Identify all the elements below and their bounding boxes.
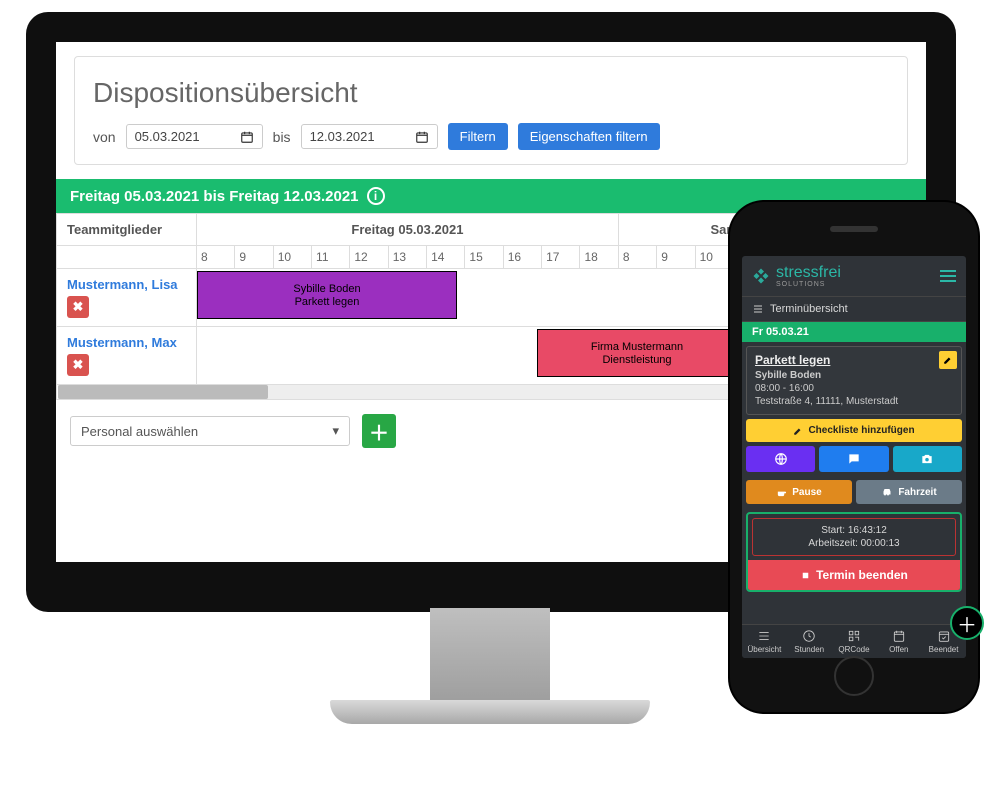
- appointment-service: Parkett legen: [202, 296, 452, 308]
- chevron-down-icon: ▾: [332, 423, 339, 439]
- from-date-value: 05.03.2021: [135, 129, 200, 144]
- add-checklist-button[interactable]: Checkliste hinzufügen: [746, 419, 962, 442]
- drive-label: Fahrzeit: [898, 487, 936, 498]
- nav-qrcode[interactable]: QRCode: [832, 625, 877, 658]
- chat-button[interactable]: [819, 446, 888, 472]
- timer-panel: Start: 16:43:12 Arbeitszeit: 00:00:13 Te…: [746, 512, 962, 592]
- nav-open[interactable]: Offen: [876, 625, 921, 658]
- pause-label: Pause: [792, 487, 821, 498]
- globe-button[interactable]: [746, 446, 815, 472]
- appointment-title: Parkett legen: [755, 353, 953, 367]
- calendar-icon: [415, 130, 429, 144]
- coffee-icon: [776, 487, 787, 498]
- pause-button[interactable]: Pause: [746, 480, 852, 504]
- timer-start: Start: 16:43:12: [757, 524, 951, 537]
- to-label: bis: [273, 129, 291, 145]
- chat-icon: [847, 452, 861, 466]
- member-name[interactable]: Mustermann, Max: [67, 335, 186, 350]
- mobile-bottom-nav: Übersicht Stunden QRCode Offen Beendet: [742, 624, 966, 658]
- banner-text: Freitag 05.03.2021 bis Freitag 12.03.202…: [70, 188, 359, 205]
- to-date-input[interactable]: 12.03.2021: [301, 124, 438, 149]
- filter-button[interactable]: Filtern: [448, 123, 508, 150]
- filter-row: von 05.03.2021 bis 12.03.2021 Filtern Ei…: [93, 123, 889, 150]
- timer-box: Start: 16:43:12 Arbeitszeit: 00:00:13: [752, 518, 956, 556]
- mobile-date-banner: Fr 05.03.21: [742, 322, 966, 342]
- appointment-address: Teststraße 4, 11111, Musterstadt: [755, 395, 953, 408]
- appointment-customer: Sybille Boden: [755, 369, 953, 382]
- info-icon[interactable]: i: [367, 187, 385, 205]
- filter-card: Dispositionsübersicht von 05.03.2021 bis…: [74, 56, 908, 165]
- to-date-value: 12.03.2021: [310, 129, 375, 144]
- member-name[interactable]: Mustermann, Lisa: [67, 277, 186, 292]
- staff-select[interactable]: Personal auswählen ▾: [70, 416, 350, 446]
- phone-screen: stressfrei SOLUTIONS Terminübersicht Fr …: [742, 256, 966, 658]
- globe-icon: [774, 452, 788, 466]
- brand-name: stressfrei: [776, 264, 841, 281]
- from-label: von: [93, 129, 116, 145]
- appointment-time: 08:00 - 16:00: [755, 382, 953, 395]
- remove-member-button[interactable]: ✖: [67, 354, 89, 376]
- scrollbar-thumb[interactable]: [58, 385, 268, 399]
- appointment-service: Dienstleistung: [542, 354, 732, 366]
- pencil-icon: [793, 426, 803, 436]
- filter-properties-button[interactable]: Eigenschaften filtern: [518, 123, 660, 150]
- appointment-block[interactable]: Sybille Boden Parkett legen: [197, 271, 457, 319]
- monitor-stand-neck: [430, 608, 550, 708]
- timer-worktime: Arbeitszeit: 00:00:13: [757, 537, 951, 550]
- add-staff-button[interactable]: ＋: [362, 414, 396, 448]
- edit-button[interactable]: [939, 351, 957, 369]
- mobile-subheader: Terminübersicht: [742, 297, 966, 322]
- brand-logo[interactable]: stressfrei SOLUTIONS: [752, 264, 841, 288]
- page-title: Dispositionsübersicht: [93, 77, 889, 109]
- calendar-icon: [240, 130, 254, 144]
- appointment-card[interactable]: Parkett legen Sybille Boden 08:00 - 16:0…: [746, 346, 962, 415]
- monitor-stand-base: [330, 700, 650, 724]
- mobile-header: stressfrei SOLUTIONS: [742, 256, 966, 297]
- appointment-customer: Firma Mustermann: [542, 341, 732, 353]
- end-label: Termin beenden: [816, 568, 908, 582]
- fab-add-button[interactable]: ＋: [950, 606, 984, 640]
- end-appointment-button[interactable]: Termin beenden: [748, 560, 960, 590]
- pencil-icon: [943, 355, 953, 365]
- staff-select-placeholder: Personal auswählen: [81, 424, 198, 439]
- from-date-input[interactable]: 05.03.2021: [126, 124, 263, 149]
- hour-scale-day1: 89101112131415161718: [197, 246, 618, 268]
- day-header-1: Freitag 05.03.2021: [197, 214, 619, 246]
- drive-time-button[interactable]: Fahrzeit: [856, 480, 962, 504]
- logo-icon: [752, 267, 770, 285]
- phone-frame: stressfrei SOLUTIONS Terminübersicht Fr …: [730, 202, 978, 712]
- camera-button[interactable]: [893, 446, 962, 472]
- remove-member-button[interactable]: ✖: [67, 296, 89, 318]
- checklist-label: Checkliste hinzufügen: [808, 425, 914, 436]
- car-icon: [881, 486, 893, 498]
- menu-icon[interactable]: [940, 270, 956, 282]
- appointment-block[interactable]: Firma Mustermann Dienstleistung: [537, 329, 737, 377]
- brand-sub: SOLUTIONS: [776, 282, 841, 288]
- list-icon: [752, 303, 764, 315]
- members-column-header: Teammitglieder: [57, 214, 197, 246]
- nav-hours[interactable]: Stunden: [787, 625, 832, 658]
- nav-overview[interactable]: Übersicht: [742, 625, 787, 658]
- appointment-customer: Sybille Boden: [202, 283, 452, 295]
- stop-icon: [800, 570, 811, 581]
- subheader-title: Terminübersicht: [770, 303, 848, 315]
- camera-icon: [920, 452, 934, 466]
